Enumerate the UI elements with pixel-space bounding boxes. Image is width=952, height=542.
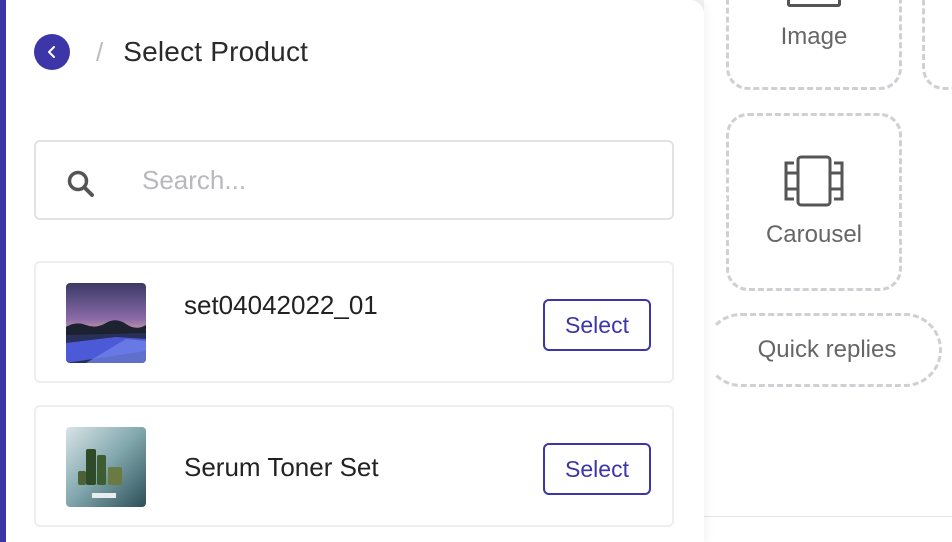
product-name: set04042022_01 (184, 290, 378, 320)
app-stage: Image Carousel Quick replies / Select Pr… (0, 0, 952, 542)
search-input[interactable] (142, 160, 652, 200)
product-row: Serum Toner Set Select (34, 405, 674, 527)
quick-replies-label: Quick replies (757, 336, 897, 363)
back-button[interactable] (34, 34, 70, 70)
image-tile-label: Image (780, 23, 848, 50)
search-box (34, 140, 674, 220)
image-icon (787, 0, 841, 7)
breadcrumb: / Select Product (34, 34, 308, 70)
partial-tile[interactable] (922, 0, 952, 90)
carousel-icon (784, 155, 844, 207)
select-product-button[interactable]: Select (543, 299, 651, 351)
page-title: Select Product (123, 36, 309, 67)
breadcrumb-separator: / (96, 36, 104, 67)
search-icon (67, 170, 94, 197)
product-thumbnail (66, 427, 146, 507)
chevron-left-icon (48, 46, 55, 58)
product-thumbnail (66, 283, 146, 363)
product-name: Serum Toner Set (184, 452, 379, 482)
quick-replies-tile[interactable]: Quick replies (704, 313, 942, 387)
carousel-tile[interactable]: Carousel (726, 113, 902, 291)
canvas-divider (704, 516, 952, 517)
product-row: set04042022_01 Select (34, 261, 674, 383)
select-product-popover: / Select Product Search... set04042022_0… (6, 0, 704, 542)
carousel-tile-label: Carousel (765, 221, 863, 248)
select-product-button[interactable]: Select (543, 443, 651, 495)
image-tile[interactable]: Image (726, 0, 902, 90)
